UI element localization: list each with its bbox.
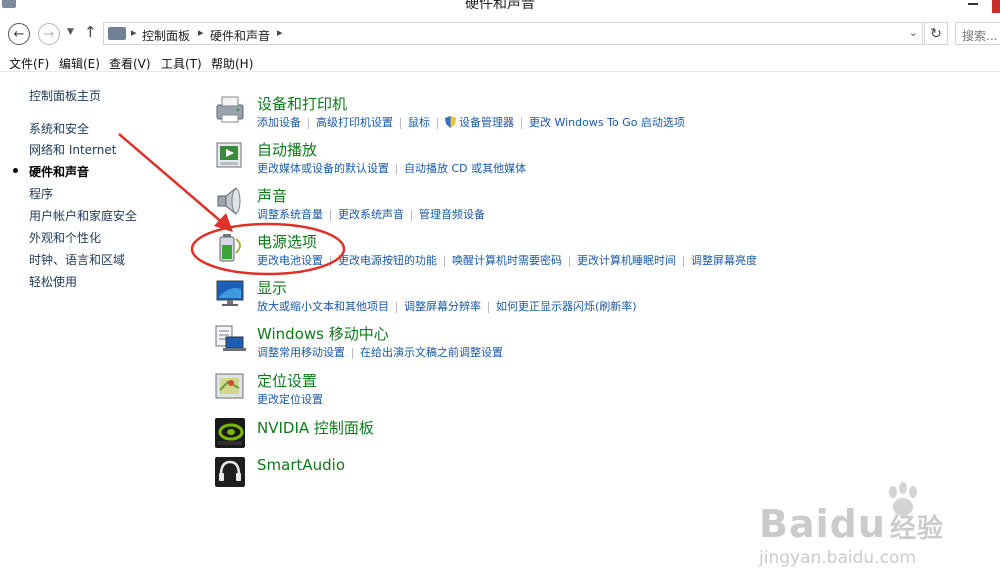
back-button[interactable]: ← bbox=[8, 23, 30, 45]
link-audio-devices[interactable]: 管理音频设备 bbox=[419, 208, 485, 221]
sidebar-item-user-accounts[interactable]: 用户帐户和家庭安全 bbox=[29, 207, 137, 224]
link-mobility-settings[interactable]: 调整常用移动设置 bbox=[257, 346, 345, 359]
sidebar-home-link[interactable]: 控制面板主页 bbox=[29, 87, 101, 104]
link-location-settings[interactable]: 更改定位设置 bbox=[257, 393, 323, 406]
refresh-icon: ↻ bbox=[930, 25, 942, 42]
battery-icon bbox=[219, 234, 241, 262]
title-bar: 硬件和声音 bbox=[0, 0, 1000, 14]
link-advanced-printer[interactable]: 高级打印机设置 bbox=[316, 116, 393, 129]
link-power-button[interactable]: 更改电源按钮的功能 bbox=[338, 254, 437, 267]
window-title: 硬件和声音 bbox=[465, 0, 535, 12]
headphones-icon bbox=[215, 457, 245, 487]
up-button[interactable]: ↑ bbox=[84, 23, 97, 41]
chevron-right-icon[interactable]: ▸ bbox=[131, 26, 137, 39]
address-dropdown-icon[interactable]: ⌄ bbox=[909, 26, 918, 39]
link-windows-to-go[interactable]: 更改 Windows To Go 启动选项 bbox=[529, 116, 685, 129]
display-icon bbox=[216, 280, 244, 306]
breadcrumb-control-panel[interactable]: 控制面板 bbox=[142, 27, 190, 44]
sidebar-item-programs[interactable]: 程序 bbox=[29, 185, 53, 202]
current-item-bullet bbox=[13, 168, 18, 173]
link-presentation-settings[interactable]: 在给出演示文稿之前调整设置 bbox=[360, 346, 503, 359]
category-title[interactable]: 显示 bbox=[257, 277, 287, 298]
chevron-right-icon[interactable]: ▸ bbox=[277, 26, 283, 39]
sidebar-item-network[interactable]: 网络和 Internet bbox=[29, 141, 116, 158]
address-row: ← → ▼ ↑ ▸ 控制面板 ▸ 硬件和声音 ▸ ⌄ ↻ 搜索... bbox=[0, 20, 1000, 48]
category-title[interactable]: Windows 移动中心 bbox=[257, 323, 389, 344]
nvidia-icon bbox=[215, 418, 245, 448]
mobility-center-icon bbox=[215, 325, 246, 351]
sidebar-item-ease-of-access[interactable]: 轻松使用 bbox=[29, 273, 77, 290]
category-links: 更改电池设置 更改电源按钮的功能 唤醒计算机时需要密码 更改计算机睡眠时间 调整屏幕亮度 bbox=[257, 252, 757, 268]
chevron-right-icon[interactable]: ▸ bbox=[198, 26, 204, 39]
refresh-button[interactable]: ↻ bbox=[924, 22, 948, 45]
devices-printers-icon bbox=[216, 96, 244, 123]
category-links: 更改定位设置 bbox=[257, 391, 323, 407]
sidebar-item-appearance[interactable]: 外观和个性化 bbox=[29, 229, 101, 246]
category-title[interactable]: NVIDIA 控制面板 bbox=[257, 417, 374, 438]
menu-edit[interactable]: 编辑(E) bbox=[59, 55, 100, 72]
link-autoplay-cd[interactable]: 自动播放 CD 或其他媒体 bbox=[404, 162, 526, 175]
recent-locations-dropdown[interactable]: ▼ bbox=[67, 27, 74, 37]
address-bar[interactable]: ▸ 控制面板 ▸ 硬件和声音 ▸ ⌄ bbox=[103, 22, 923, 45]
link-wake-password[interactable]: 唤醒计算机时需要密码 bbox=[452, 254, 562, 267]
menu-help[interactable]: 帮助(H) bbox=[211, 55, 253, 72]
sidebar-item-clock-region[interactable]: 时钟、语言和区域 bbox=[29, 251, 125, 268]
category-title[interactable]: 定位设置 bbox=[257, 370, 317, 391]
link-sleep-time[interactable]: 更改计算机睡眠时间 bbox=[577, 254, 676, 267]
breadcrumb-hardware-sound[interactable]: 硬件和声音 bbox=[210, 27, 270, 44]
category-links: 添加设备 高级打印机设置 鼠标 设备管理器 更改 Windows To Go 启动选项 bbox=[257, 114, 685, 130]
category-title[interactable]: 声音 bbox=[257, 185, 287, 206]
category-title[interactable]: 自动播放 bbox=[257, 139, 317, 160]
autoplay-icon bbox=[216, 142, 242, 168]
forward-button[interactable]: → bbox=[38, 23, 60, 45]
link-add-device[interactable]: 添加设备 bbox=[257, 116, 301, 129]
uac-shield-icon bbox=[445, 116, 456, 128]
category-links: 放大或缩小文本和其他项目 调整屏幕分辨率 如何更正显示器闪烁(刷新率) bbox=[257, 298, 637, 314]
link-mouse[interactable]: 鼠标 bbox=[408, 116, 430, 129]
link-text-size[interactable]: 放大或缩小文本和其他项目 bbox=[257, 300, 389, 313]
link-screen-brightness[interactable]: 调整屏幕亮度 bbox=[691, 254, 757, 267]
menu-view[interactable]: 查看(V) bbox=[109, 55, 151, 72]
link-battery-settings[interactable]: 更改电池设置 bbox=[257, 254, 323, 267]
search-input[interactable]: 搜索... bbox=[955, 22, 1000, 45]
category-links: 调整常用移动设置 在给出演示文稿之前调整设置 bbox=[257, 344, 503, 360]
category-title[interactable]: 电源选项 bbox=[257, 231, 317, 252]
category-links: 更改媒体或设备的默认设置 自动播放 CD 或其他媒体 bbox=[257, 160, 526, 176]
sidebar-item-system-security[interactable]: 系统和安全 bbox=[29, 120, 89, 137]
menu-bar: 文件(F) 编辑(E) 查看(V) 工具(T) 帮助(H) bbox=[0, 52, 1000, 72]
back-arrow-icon: ← bbox=[13, 26, 25, 42]
watermark-url: jingyan.baidu.com bbox=[759, 548, 916, 568]
menu-file[interactable]: 文件(F) bbox=[9, 55, 49, 72]
control-panel-location-icon bbox=[108, 27, 126, 40]
forward-arrow-icon: → bbox=[43, 26, 55, 42]
link-screen-resolution[interactable]: 调整屏幕分辨率 bbox=[404, 300, 481, 313]
category-links: 调整系统音量 更改系统声音 管理音频设备 bbox=[257, 206, 485, 222]
link-refresh-rate[interactable]: 如何更正显示器闪烁(刷新率) bbox=[496, 300, 637, 313]
sidebar-item-hardware-sound: 硬件和声音 bbox=[29, 165, 90, 179]
close-button[interactable] bbox=[992, 0, 1000, 13]
link-media-defaults[interactable]: 更改媒体或设备的默认设置 bbox=[257, 162, 389, 175]
link-device-manager[interactable]: 设备管理器 bbox=[459, 116, 514, 129]
menu-tools[interactable]: 工具(T) bbox=[161, 55, 202, 72]
link-system-sounds[interactable]: 更改系统声音 bbox=[338, 208, 404, 221]
category-title[interactable]: 设备和打印机 bbox=[257, 93, 347, 114]
watermark-brand: Baidu 经验 bbox=[759, 502, 944, 546]
minimize-button[interactable] bbox=[968, 3, 978, 5]
link-system-volume[interactable]: 调整系统音量 bbox=[257, 208, 323, 221]
baidu-watermark: Baidu 经验 jingyan.baidu.com bbox=[759, 482, 974, 582]
location-icon bbox=[215, 373, 244, 399]
up-arrow-icon: ↑ bbox=[84, 23, 97, 41]
speaker-icon bbox=[217, 186, 241, 216]
category-title[interactable]: SmartAudio bbox=[257, 456, 345, 474]
